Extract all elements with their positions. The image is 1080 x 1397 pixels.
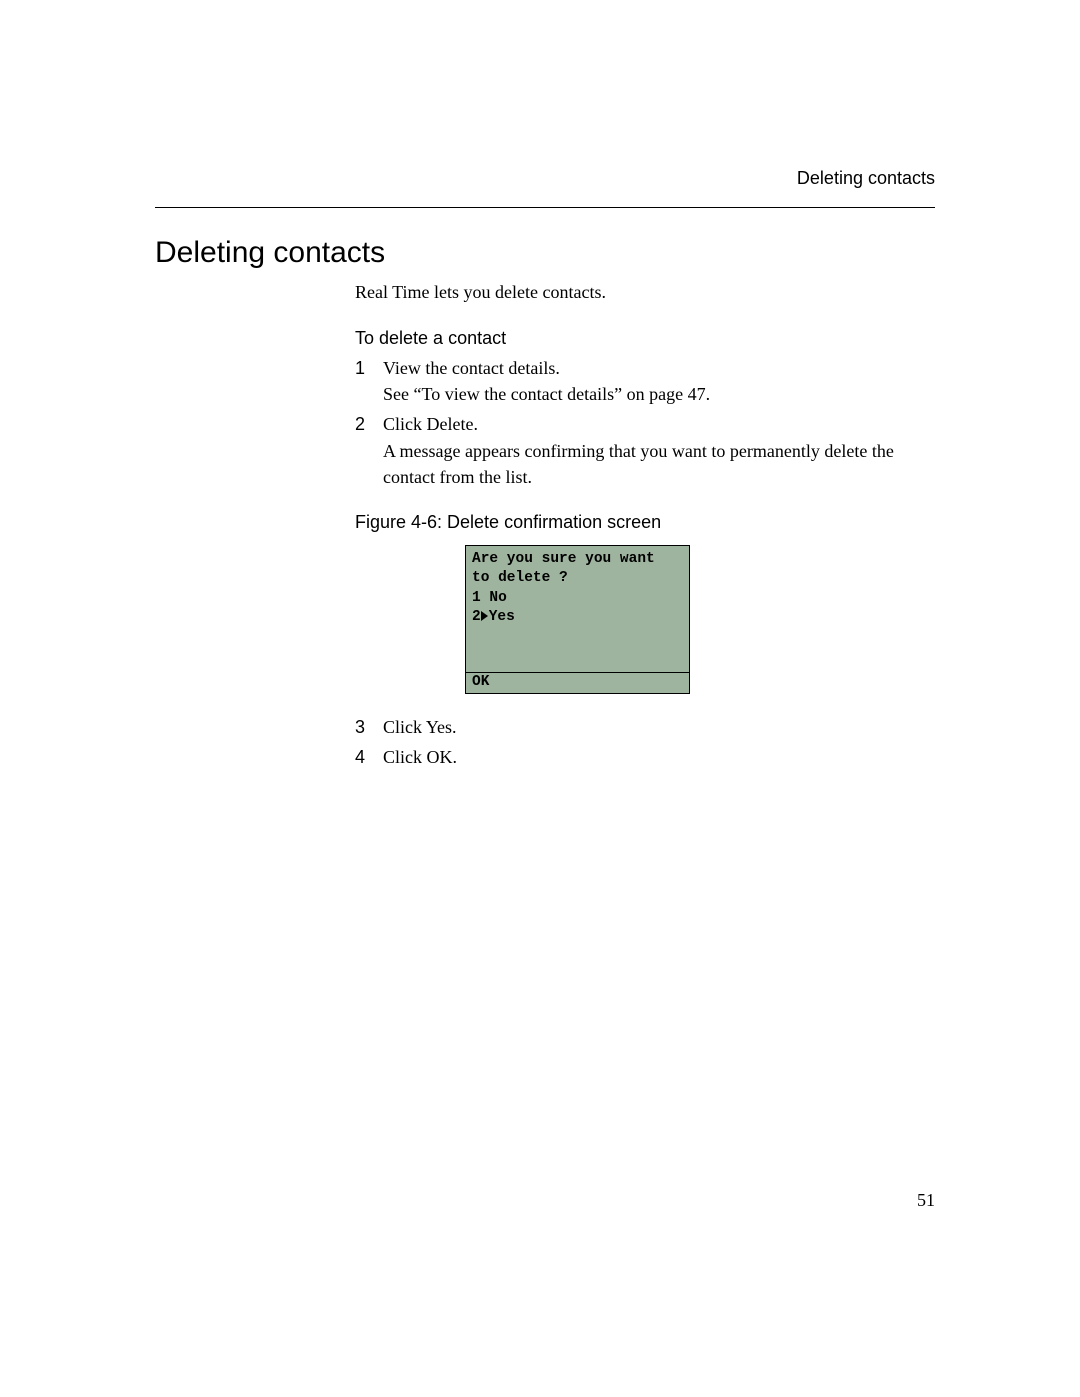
step-number: 4 — [355, 744, 383, 770]
screen-option-yes: 2Yes — [472, 608, 683, 628]
header-rule — [155, 207, 935, 208]
screen-option-no: 1 No — [472, 589, 683, 609]
step-4: 4 Click OK. — [355, 744, 915, 770]
delete-confirmation-screen: Are you sure you want to delete ? 1 No 2… — [465, 545, 690, 694]
page-number: 51 — [917, 1190, 935, 1211]
figure-caption: Figure 4-6: Delete confirmation screen — [355, 512, 915, 533]
screen-softkey-ok: OK — [466, 673, 689, 693]
step-number: 2 — [355, 411, 383, 489]
step-3: 3 Click Yes. — [355, 714, 915, 740]
intro-paragraph: Real Time lets you delete contacts. — [355, 280, 915, 304]
step-1: 1 View the contact details. See “To view… — [355, 355, 915, 407]
step-text: Click Delete. — [383, 414, 478, 434]
step-extra: A message appears confirming that you wa… — [383, 441, 894, 487]
step-2: 2 Click Delete. A message appears confir… — [355, 411, 915, 489]
step-text: Click Yes. — [383, 717, 457, 737]
running-header: Deleting contacts — [155, 168, 935, 189]
procedure-heading: To delete a contact — [355, 328, 915, 349]
section-title: Deleting contacts — [155, 236, 935, 270]
cursor-icon — [481, 611, 488, 621]
step-text: Click OK. — [383, 747, 457, 767]
screen-line-1: Are you sure you want — [472, 550, 683, 570]
step-extra: See “To view the contact details” on pag… — [383, 384, 710, 404]
step-number: 1 — [355, 355, 383, 407]
step-text: View the contact details. — [383, 358, 560, 378]
screen-line-2: to delete ? — [472, 569, 683, 589]
step-number: 3 — [355, 714, 383, 740]
